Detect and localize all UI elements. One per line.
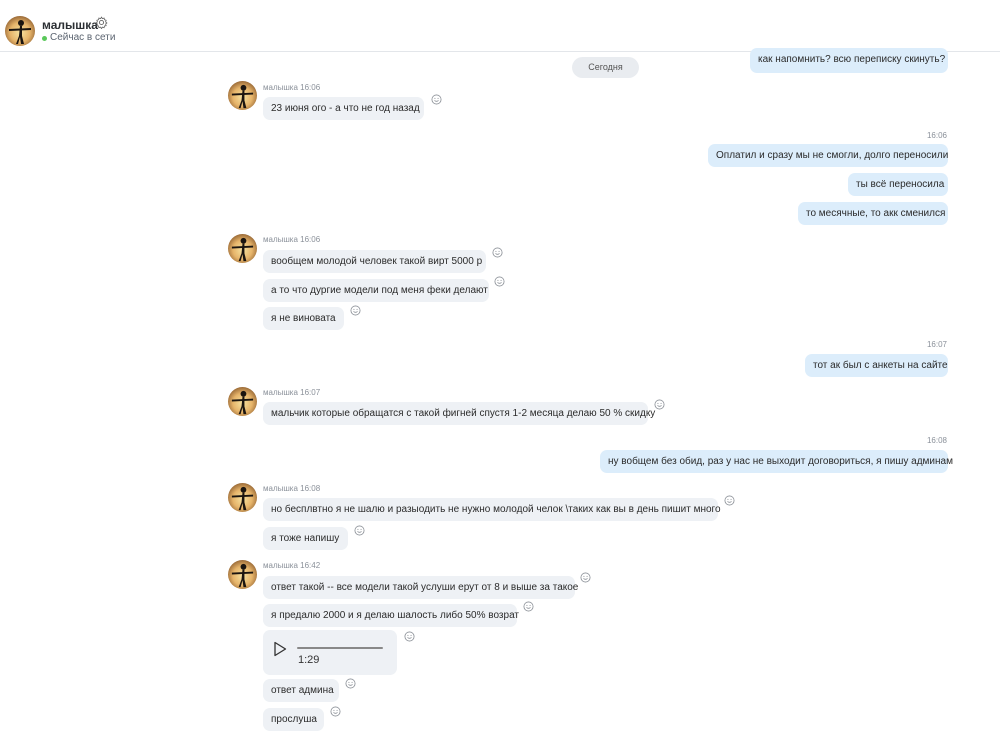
sender-name-time: малышка 16:06 [263,83,321,92]
smiley-react-icon[interactable] [654,399,665,410]
message-bubble[interactable]: то месячные, то акк сменился [798,202,948,225]
contact-status: Сейчас в сети [50,32,116,43]
sender-name-time: малышка 16:06 [263,235,321,244]
smiley-react-icon[interactable] [350,305,361,316]
message-bubble[interactable]: ну вобщем без обид, раз у нас не выходит… [600,450,953,473]
message-bubble[interactable]: я предалю 2000 и я делаю шалость либо 50… [263,604,519,627]
contact-name[interactable]: малышка [42,18,98,32]
message-bubble[interactable]: мальчик которые обращатся с такой фигней… [263,402,655,425]
smiley-react-icon[interactable] [404,631,415,642]
message-bubble[interactable]: вообщем молодой человек такой вирт 5000 … [263,250,486,273]
sender-avatar[interactable] [228,483,257,512]
message-bubble[interactable]: но бесплвтно я не шалю и разыодить не ну… [263,498,721,521]
smiley-react-icon[interactable] [354,525,365,536]
message-bubble[interactable]: прослуша [263,708,324,731]
date-separator: Сегодня [572,57,639,78]
smiley-react-icon[interactable] [494,276,505,287]
message-time: 16:06 [926,131,947,140]
audio-duration: 1:29 [298,654,320,666]
smiley-react-icon[interactable] [492,247,503,258]
message-bubble[interactable]: как напомнить? всю переписку скинуть? [750,48,948,73]
sender-avatar[interactable] [228,81,257,110]
online-indicator [42,36,47,41]
smiley-react-icon[interactable] [580,572,591,583]
play-icon[interactable] [273,641,287,657]
message-bubble[interactable]: 23 июня ого - а что не год назад [263,97,424,120]
sender-avatar[interactable] [228,387,257,416]
smiley-react-icon[interactable] [523,601,534,612]
message-time: 16:08 [926,436,947,445]
sender-avatar[interactable] [228,560,257,589]
smiley-react-icon[interactable] [431,94,442,105]
message-bubble[interactable]: ответ такой -- все модели такой услуши е… [263,576,578,599]
message-bubble[interactable]: я тоже напишу [263,527,348,550]
sender-avatar[interactable] [228,234,257,263]
sender-name-time: малышка 16:08 [263,484,321,493]
contact-avatar[interactable] [5,16,35,46]
gear-icon[interactable] [95,16,108,29]
audio-progress-track[interactable] [297,647,383,649]
message-bubble[interactable]: а то что дургие модели под меня феки дел… [263,279,489,302]
message-bubble[interactable]: тот ак был с анкеты на сайте [805,354,948,377]
smiley-react-icon[interactable] [724,495,735,506]
message-bubble[interactable]: ты всё переносила [848,173,948,196]
message-bubble[interactable]: ответ админа [263,679,339,702]
message-time: 16:07 [926,340,947,349]
message-bubble[interactable]: я не виновата [263,307,344,330]
sender-name-time: малышка 16:42 [263,561,321,570]
chat-header: малышка Сейчас в сети [0,0,1000,52]
voice-message[interactable]: 1:29 [263,630,397,675]
smiley-react-icon[interactable] [330,706,341,717]
sender-name-time: малышка 16:07 [263,388,321,397]
smiley-react-icon[interactable] [345,678,356,689]
message-bubble[interactable]: Оплатил и сразу мы не смогли, долго пере… [708,144,948,167]
